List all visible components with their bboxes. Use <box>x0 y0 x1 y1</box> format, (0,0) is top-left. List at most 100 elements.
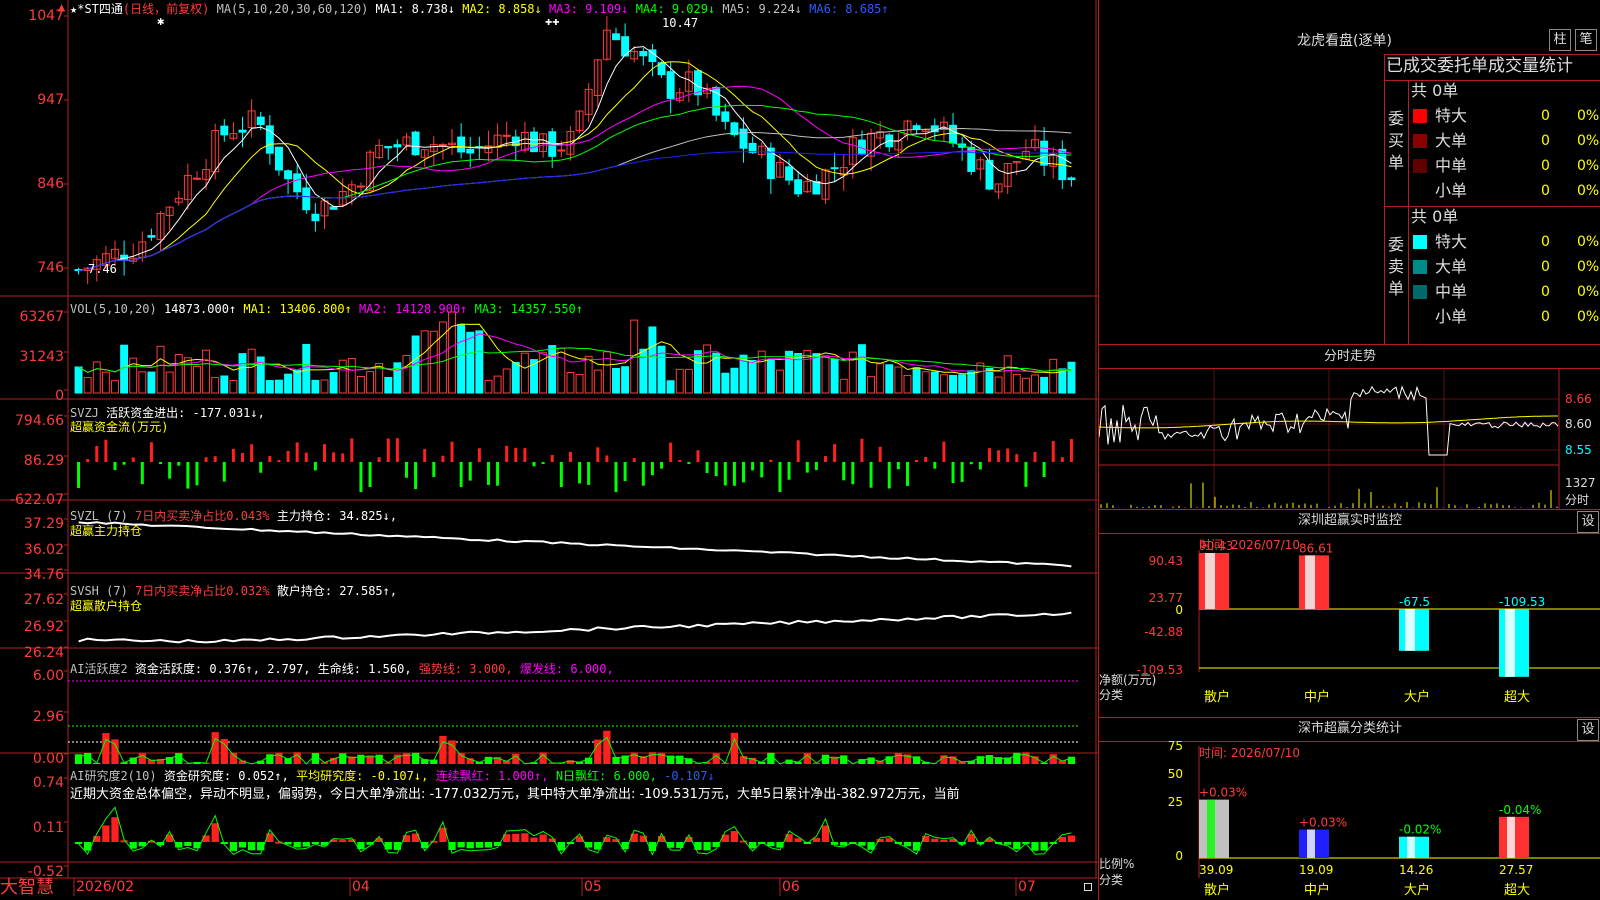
lock-icon[interactable] <box>1084 883 1092 891</box>
intraday-chart[interactable] <box>1099 345 1600 510</box>
classify-change-label: -0.04% <box>1499 803 1541 817</box>
volume-bar <box>939 374 948 394</box>
research-bar <box>393 842 402 850</box>
volume-bar <box>949 374 957 394</box>
svzj-bar <box>86 459 90 462</box>
research-bar <box>229 842 238 851</box>
volume-bar <box>274 379 283 394</box>
volume-bar <box>721 372 730 394</box>
research-bar <box>1067 835 1076 842</box>
research-bar <box>521 833 529 842</box>
svsh-hold: 散户持仓: 27.585↑, <box>276 584 398 598</box>
svzj-bar <box>687 462 691 464</box>
svzj-bar <box>186 462 190 489</box>
volume-bar <box>347 358 356 394</box>
activity-bar <box>411 752 420 764</box>
svzj-bar <box>1060 457 1064 462</box>
ma10-line <box>78 61 1072 272</box>
svzj-bar <box>869 462 873 488</box>
activity-bar <box>730 732 739 764</box>
research-bar <box>539 834 547 842</box>
chart-area[interactable]: ★*ST四通(日线，前复权) MA(5,10,20,30,60,120) MA1… <box>0 0 1098 900</box>
research-bar <box>1040 842 1048 851</box>
order-color-swatch <box>1413 260 1427 274</box>
classify-axis-label: 75 <box>1168 739 1183 753</box>
activity-bar <box>603 730 611 764</box>
main-header: ★*ST四通(日线，前复权) MA(5,10,20,30,60,120) MA1… <box>70 2 889 16</box>
volume-bar <box>402 354 411 394</box>
research-bar <box>1031 842 1039 851</box>
research-bar <box>767 842 775 847</box>
classify-category-label: 中户 <box>1304 882 1330 898</box>
research-bar <box>940 839 948 842</box>
research-bar <box>102 825 110 842</box>
lhb-divider-vert <box>1408 80 1409 344</box>
volume-bar <box>566 372 575 394</box>
research-bar <box>475 842 483 848</box>
volume-bar <box>284 373 293 394</box>
svzj-bar <box>177 462 181 466</box>
svzj-bar <box>204 457 208 462</box>
star-mark-2: ✚✚ <box>545 14 560 28</box>
classify-bar-highlight <box>1207 799 1215 858</box>
volume-bar <box>92 361 101 394</box>
svzj-bar <box>195 462 199 486</box>
svzj-bar <box>896 462 900 470</box>
activity-bar <box>630 752 638 764</box>
svzj-bar <box>742 462 746 483</box>
main-axis-2: 846 <box>37 176 64 192</box>
svzj-bar <box>350 438 354 462</box>
stroke-button[interactable]: 笔 <box>1575 29 1597 51</box>
order-percent: 0% <box>1577 309 1600 325</box>
volume-bar <box>730 367 739 394</box>
svzl-axis-0: 37.29 <box>23 516 64 532</box>
svzj-bar <box>960 462 964 483</box>
svzj-bar <box>505 445 509 462</box>
svzj-bar <box>978 462 982 470</box>
ai1-life: 生命线: 1.560, <box>317 662 412 676</box>
volume-bar <box>202 349 211 394</box>
main-axis-3: 746 <box>37 260 64 276</box>
vol-ma10-line <box>78 333 1072 373</box>
svzj-bar <box>714 462 718 477</box>
ai2-axis-0: 0.74 <box>32 775 64 791</box>
period-label[interactable]: (日线，前复权) <box>123 2 209 16</box>
volume-bar <box>903 374 912 394</box>
svzj-bar <box>496 462 500 486</box>
svzj-bar <box>751 462 755 471</box>
ma3-label: MA3: 9.109↓ <box>548 2 629 16</box>
kline-chart[interactable] <box>0 0 1098 900</box>
volume-bar <box>238 353 247 394</box>
svzj-bar <box>532 462 536 467</box>
column-button[interactable]: 柱 <box>1549 29 1571 51</box>
volume-bar <box>666 380 675 394</box>
lhb-panel: 龙虎看盘(逐单) 柱 笔 已成交委托单成交量统计 委买单 委卖单 共 0单 共 … <box>1099 0 1600 345</box>
ai2-last: -0.107↓ <box>664 769 715 783</box>
svzj-bar <box>486 462 490 485</box>
candle-body <box>639 51 648 57</box>
volume-bar <box>1067 361 1076 394</box>
volume-bar <box>466 331 475 394</box>
volume-bar <box>1012 373 1021 394</box>
activity-bar <box>439 735 447 764</box>
candle-body <box>356 185 365 188</box>
monitor-chart[interactable]: 90.4323.770-42.88-109.5390.43散户86.61中户-6… <box>1099 510 1600 718</box>
svzj-bar <box>377 457 381 462</box>
svzj-bar <box>833 444 837 462</box>
order-count: 0 <box>1541 183 1550 199</box>
monitor-category-label: 超大 <box>1504 690 1530 705</box>
activity-bar <box>84 752 92 764</box>
svzl-ratio: 7日内买卖净占比0.043% <box>135 509 270 523</box>
svsh-ratio: 7日内买卖净占比0.032% <box>135 584 270 598</box>
volume-bar <box>1021 377 1030 394</box>
low-label: 7.46 <box>88 262 117 276</box>
volume-bar <box>876 363 885 394</box>
classify-chart[interactable]: 75 50 25 0 +0.03% 39.09 散户 +0.03% 19.09 中户 -0.02% 1… <box>1099 718 1600 900</box>
svzj-bar <box>441 455 445 462</box>
volume-bar <box>857 344 866 394</box>
volume-bar <box>821 355 830 394</box>
svzj-bar <box>423 449 427 462</box>
star-mark-1: ✱ <box>157 14 165 28</box>
candle-body <box>949 124 957 144</box>
research-bar <box>931 838 939 842</box>
